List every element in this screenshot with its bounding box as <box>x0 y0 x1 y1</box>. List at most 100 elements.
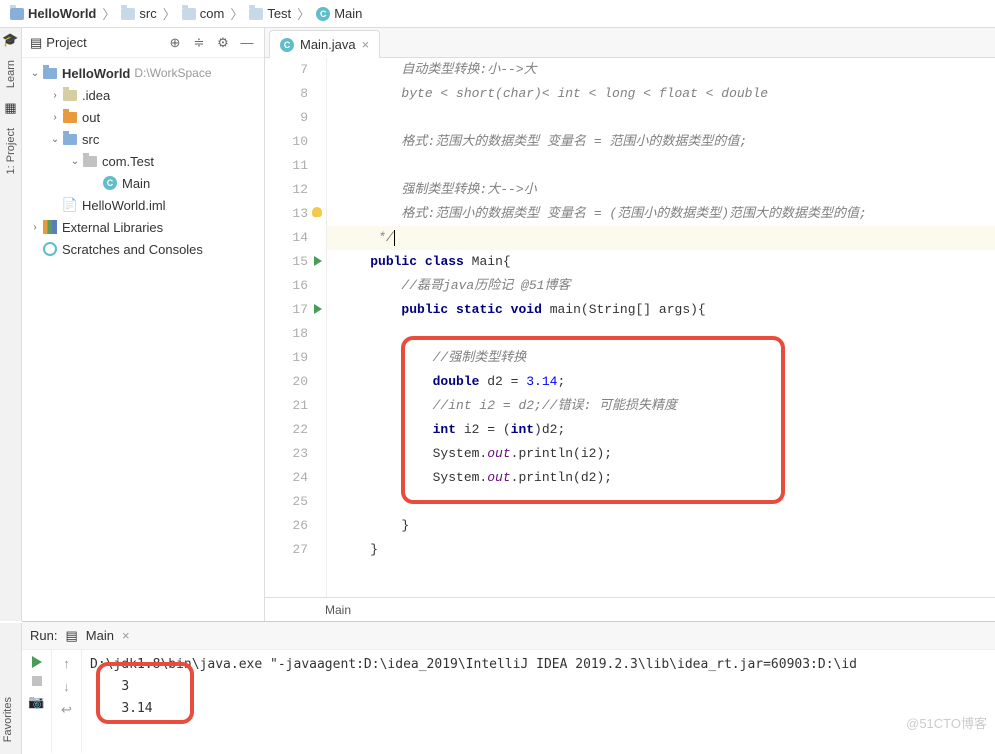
chevron-down-icon[interactable]: ⌄ <box>28 68 42 79</box>
breadcrumb-label: com <box>200 6 225 21</box>
tree-root[interactable]: ⌄ HelloWorld D:\WorkSpace <box>22 62 264 84</box>
close-icon[interactable]: × <box>362 37 370 52</box>
tree-label: HelloWorld <box>62 66 130 81</box>
chevron-right-icon[interactable]: › <box>28 222 42 233</box>
run-header: Run: ▤ Main × <box>22 622 995 650</box>
editor-tabs: C Main.java × <box>265 28 995 58</box>
crumb-label: Main <box>325 603 351 617</box>
breadcrumb-item-src[interactable]: src <box>117 6 160 21</box>
scratches-icon <box>43 242 57 256</box>
chevron-right-icon[interactable]: › <box>48 90 62 101</box>
run-config-icon: ▤ <box>65 628 77 644</box>
tab-label: Main.java <box>300 37 356 52</box>
tree-package[interactable]: ⌄ com.Test <box>22 150 264 172</box>
tree-label: External Libraries <box>62 220 163 235</box>
project-panel: ▤ Project ⊕ ≑ ⚙ — ⌄ HelloWorld D:\WorkSp… <box>22 28 265 621</box>
class-icon: C <box>103 176 117 190</box>
run-gutter-icon[interactable] <box>314 256 322 266</box>
breadcrumb-label: Test <box>267 6 291 21</box>
tree-ext-libs[interactable]: › External Libraries <box>22 216 264 238</box>
breadcrumb: HelloWorld 〉 src 〉 com 〉 Test 〉 C Main <box>0 0 995 28</box>
tree-class-main[interactable]: C Main <box>22 172 264 194</box>
run-panel: Run: ▤ Main × 📷 ↑ ↓ ↩ D:\jdk1.8\bin\java… <box>22 621 995 753</box>
highlight-box <box>96 662 194 724</box>
learn-icon[interactable]: 🎓 <box>3 32 19 48</box>
breadcrumb-item-test[interactable]: Test <box>245 6 295 21</box>
highlight-box <box>401 336 785 504</box>
expand-icon[interactable]: ≑ <box>190 34 208 52</box>
folder-icon <box>63 90 77 101</box>
hide-icon[interactable]: — <box>238 34 256 52</box>
run-gutter-icon[interactable] <box>314 304 322 314</box>
tree-iml[interactable]: 📄 HelloWorld.iml <box>22 194 264 216</box>
breadcrumb-item-com[interactable]: com <box>178 6 229 21</box>
tree-path: D:\WorkSpace <box>134 66 211 80</box>
breadcrumb-item-module[interactable]: HelloWorld <box>6 6 100 21</box>
project-icon[interactable]: ▦ <box>3 100 19 116</box>
project-panel-header: ▤ Project ⊕ ≑ ⚙ — <box>22 28 264 58</box>
editor-area: C Main.java × 7 8 9 10 11 12 13 14 15 16… <box>265 28 995 621</box>
chevron-right-icon: 〉 <box>297 4 310 23</box>
rail-favorites[interactable]: Favorites <box>0 689 21 750</box>
chevron-right-icon: 〉 <box>163 4 176 23</box>
watermark: @51CTO博客 <box>906 713 987 732</box>
breadcrumb-label: src <box>139 6 156 21</box>
tree-label: .idea <box>82 88 110 103</box>
rail-project[interactable]: 1: Project <box>3 120 19 182</box>
tab-main-java[interactable]: C Main.java × <box>269 30 380 58</box>
structure-crumb[interactable]: Main <box>265 597 995 621</box>
breadcrumb-item-main[interactable]: C Main <box>312 6 366 21</box>
console-line: D:\jdk1.8\bin\java.exe "-javaagent:D:\id… <box>90 654 987 676</box>
down-icon[interactable]: ↓ <box>63 679 70 694</box>
tree-label: com.Test <box>102 154 154 169</box>
run-title: Run: <box>30 628 57 643</box>
class-icon: C <box>316 7 330 21</box>
panel-title: ▤ Project <box>30 35 87 51</box>
gutter[interactable]: 7 8 9 10 11 12 13 14 15 16 17 18 19 20 2… <box>265 58 327 597</box>
chevron-down-icon[interactable]: ⌄ <box>68 156 82 167</box>
wrap-icon[interactable]: ↩ <box>61 702 72 718</box>
chevron-right-icon: 〉 <box>230 4 243 23</box>
bottom-left-rail: Favorites <box>0 623 22 754</box>
camera-icon[interactable]: 📷 <box>28 694 44 710</box>
chevron-right-icon[interactable]: › <box>48 112 62 123</box>
gear-icon[interactable]: ⚙ <box>214 34 232 52</box>
close-icon[interactable]: × <box>122 628 130 643</box>
code-editor[interactable]: 7 8 9 10 11 12 13 14 15 16 17 18 19 20 2… <box>265 58 995 597</box>
module-icon <box>43 68 57 79</box>
up-icon[interactable]: ↑ <box>63 656 70 671</box>
tree-label: Scratches and Consoles <box>62 242 203 257</box>
bulb-icon[interactable] <box>312 207 322 217</box>
tree-scratches[interactable]: Scratches and Consoles <box>22 238 264 260</box>
chevron-down-icon[interactable]: ⌄ <box>48 134 62 145</box>
chevron-right-icon: 〉 <box>102 4 115 23</box>
cursor <box>394 230 395 246</box>
run-config-name[interactable]: Main <box>86 628 114 643</box>
console-output[interactable]: D:\jdk1.8\bin\java.exe "-javaagent:D:\id… <box>82 650 995 753</box>
package-icon <box>249 8 263 20</box>
rerun-icon[interactable] <box>32 656 42 668</box>
class-icon: C <box>280 38 294 52</box>
run-toolbar-left: 📷 <box>22 650 52 753</box>
breadcrumb-label: HelloWorld <box>28 6 96 21</box>
tree-label: src <box>82 132 99 147</box>
package-icon <box>182 8 196 20</box>
folder-icon <box>121 8 135 20</box>
file-icon: 📄 <box>62 197 78 213</box>
breadcrumb-label: Main <box>334 6 362 21</box>
left-tool-rail: 🎓 Learn ▦ 1: Project <box>0 28 22 621</box>
tree-label: Main <box>122 176 150 191</box>
stop-icon[interactable] <box>32 676 42 686</box>
tree-src[interactable]: ⌄ src <box>22 128 264 150</box>
tree-out[interactable]: › out <box>22 106 264 128</box>
module-icon <box>10 8 24 20</box>
project-tree: ⌄ HelloWorld D:\WorkSpace › .idea › out … <box>22 58 264 264</box>
tree-label: HelloWorld.iml <box>82 198 166 213</box>
folder-icon <box>63 112 77 123</box>
rail-learn[interactable]: Learn <box>3 52 19 96</box>
code-body[interactable]: 自动类型转换:小-->大 byte < short(char)< int < l… <box>327 58 995 597</box>
src-folder-icon <box>63 134 77 145</box>
package-icon <box>83 156 97 167</box>
tree-idea[interactable]: › .idea <box>22 84 264 106</box>
locate-icon[interactable]: ⊕ <box>166 34 184 52</box>
